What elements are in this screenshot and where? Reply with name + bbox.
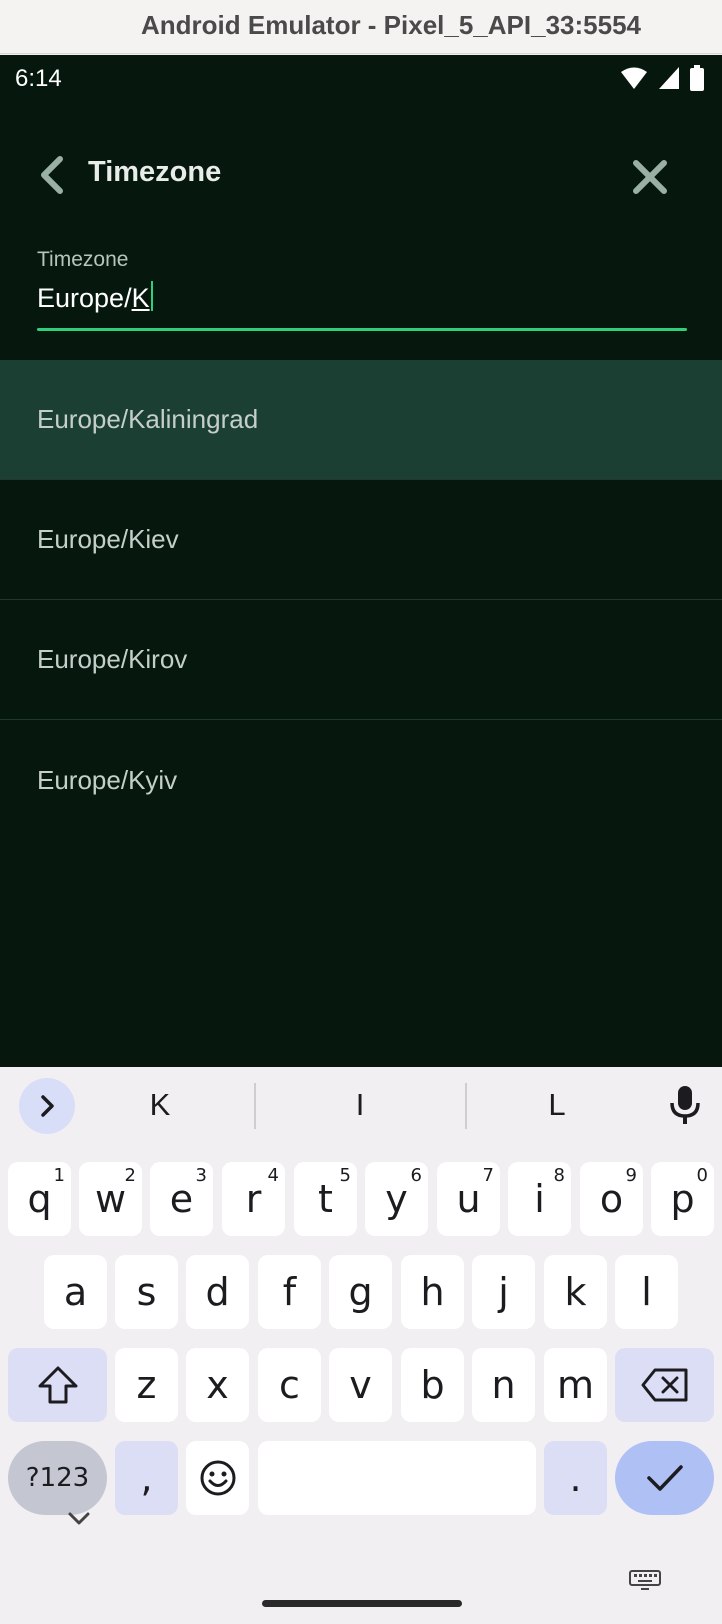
chevron-right-icon: [41, 1095, 54, 1117]
expand-toolbar-button[interactable]: [19, 1078, 75, 1134]
key-y[interactable]: y6: [365, 1162, 428, 1236]
gesture-handle[interactable]: [262, 1600, 462, 1607]
key-j[interactable]: j: [472, 1255, 535, 1329]
soft-keyboard: K I L q1 w2 e3 r4 t5 y6 u7 i8 o9 p0 a s …: [0, 1067, 722, 1624]
key-hint: 9: [625, 1165, 637, 1186]
key-f[interactable]: f: [258, 1255, 321, 1329]
key-t[interactable]: t5: [294, 1162, 357, 1236]
key-hint: 3: [195, 1165, 207, 1186]
result-item[interactable]: Europe/Kyiv: [0, 720, 722, 840]
battery-icon: [690, 65, 704, 91]
field-label: Timezone: [37, 248, 129, 271]
key-u[interactable]: u7: [437, 1162, 500, 1236]
key-label: t: [318, 1177, 333, 1221]
suggestion-3[interactable]: L: [467, 1087, 647, 1123]
key-v[interactable]: v: [329, 1348, 392, 1422]
cell-signal-icon: [659, 67, 679, 89]
shift-icon: [38, 1366, 77, 1404]
key-hint: 4: [267, 1165, 279, 1186]
key-hint: 5: [339, 1165, 351, 1186]
key-hint: 1: [53, 1165, 65, 1186]
timezone-results-list: Europe/Kaliningrad Europe/Kiev Europe/Ki…: [0, 360, 722, 840]
checkmark-icon: [646, 1465, 683, 1491]
key-hint: 0: [696, 1165, 708, 1186]
period-key[interactable]: .: [544, 1441, 607, 1515]
suggestion-2[interactable]: I: [270, 1087, 450, 1123]
status-bar: 6:14: [0, 55, 722, 101]
keyboard-switch-icon[interactable]: [628, 1568, 662, 1592]
key-label: u: [456, 1177, 481, 1221]
status-time: 6:14: [15, 65, 62, 92]
shift-key[interactable]: [8, 1348, 107, 1422]
suggestion-strip: K I L: [0, 1067, 722, 1147]
status-icons: [620, 65, 704, 91]
backspace-icon: [641, 1368, 687, 1402]
key-q[interactable]: q1: [8, 1162, 71, 1236]
space-key[interactable]: [258, 1441, 536, 1515]
key-label: q: [27, 1177, 52, 1221]
key-label: e: [169, 1177, 194, 1221]
comma-key[interactable]: ,: [115, 1441, 178, 1515]
app-bar: Timezone: [0, 135, 722, 215]
emoji-key[interactable]: [186, 1441, 249, 1515]
key-c[interactable]: c: [258, 1348, 321, 1422]
key-d[interactable]: d: [186, 1255, 249, 1329]
wifi-icon: [621, 67, 647, 89]
suggestion-1[interactable]: K: [70, 1087, 250, 1123]
key-l[interactable]: l: [615, 1255, 678, 1329]
app-screen: 6:14 Timezone Timezone Europe/K Europe/K…: [0, 55, 722, 1067]
key-g[interactable]: g: [329, 1255, 392, 1329]
backspace-key[interactable]: [615, 1348, 714, 1422]
timezone-search-field[interactable]: Timezone Europe/K: [37, 248, 687, 334]
timezone-search-input[interactable]: Europe/K: [37, 281, 153, 314]
key-a[interactable]: a: [44, 1255, 107, 1329]
page-title: Timezone: [88, 156, 222, 188]
key-w[interactable]: w2: [79, 1162, 142, 1236]
key-hint: 6: [410, 1165, 422, 1186]
key-label: o: [599, 1177, 624, 1221]
key-k[interactable]: k: [544, 1255, 607, 1329]
window-title: Android Emulator - Pixel_5_API_33:5554: [141, 10, 641, 40]
key-o[interactable]: o9: [580, 1162, 643, 1236]
result-item[interactable]: Europe/Kiev: [0, 480, 722, 600]
emulator-titlebar: Android Emulator - Pixel_5_API_33:5554: [0, 0, 722, 54]
suggestion-divider: [254, 1083, 256, 1129]
key-e[interactable]: e3: [150, 1162, 213, 1236]
result-item[interactable]: Europe/Kaliningrad: [0, 360, 722, 480]
input-text-composing: K: [131, 283, 150, 313]
chevron-down-icon[interactable]: [62, 1502, 96, 1536]
key-p[interactable]: p0: [651, 1162, 714, 1236]
key-x[interactable]: x: [186, 1348, 249, 1422]
key-b[interactable]: b: [401, 1348, 464, 1422]
key-label: p: [670, 1177, 695, 1221]
result-item[interactable]: Europe/Kirov: [0, 600, 722, 720]
key-r[interactable]: r4: [222, 1162, 285, 1236]
key-i[interactable]: i8: [508, 1162, 571, 1236]
input-text-prefix: Europe/: [37, 283, 132, 313]
key-m[interactable]: m: [544, 1348, 607, 1422]
key-z[interactable]: z: [115, 1348, 178, 1422]
key-n[interactable]: n: [472, 1348, 535, 1422]
field-underline: [37, 328, 687, 331]
key-hint: 8: [553, 1165, 565, 1186]
text-cursor: [150, 281, 153, 311]
key-label: r: [245, 1177, 262, 1221]
key-label: w: [94, 1177, 127, 1221]
key-hint: 7: [482, 1165, 494, 1186]
chevron-left-icon[interactable]: [34, 155, 70, 195]
key-s[interactable]: s: [115, 1255, 178, 1329]
key-h[interactable]: h: [401, 1255, 464, 1329]
done-key[interactable]: [615, 1441, 714, 1515]
emoji-icon: [200, 1460, 235, 1496]
key-label: i: [534, 1177, 545, 1221]
close-icon[interactable]: [630, 157, 670, 197]
microphone-icon[interactable]: [668, 1085, 702, 1125]
key-label: y: [385, 1177, 408, 1221]
key-hint: 2: [124, 1165, 136, 1186]
